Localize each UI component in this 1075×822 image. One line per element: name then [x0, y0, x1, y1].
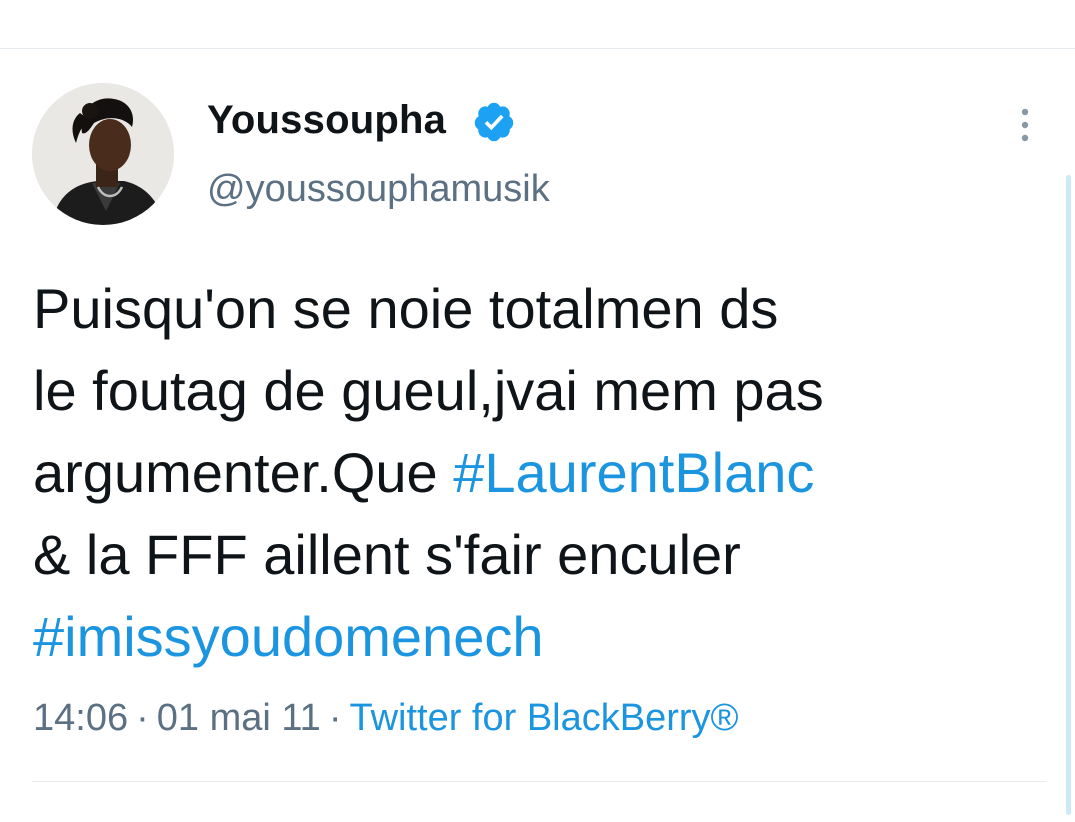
avatar-image [32, 83, 174, 225]
tweet-source-link[interactable]: Twitter for BlackBerry® [349, 697, 738, 739]
hashtag-link[interactable]: #imissyoudomenech [33, 605, 543, 668]
tweet-text-line: argumenter.Que #LaurentBlanc [33, 432, 993, 514]
tweet-text: Puisqu'on se noie totalmen ds le foutag … [33, 268, 993, 678]
scrollbar[interactable] [1066, 175, 1071, 815]
tweet-time[interactable]: 14:06 [33, 697, 128, 739]
tweet-text-line: Puisqu'on se noie totalmen ds [33, 277, 779, 340]
top-divider [0, 48, 1075, 49]
verified-badge-icon [474, 102, 514, 142]
tweet-text-line: #imissyoudomenech [33, 596, 993, 678]
more-vertical-icon[interactable] [1013, 106, 1037, 146]
tweet-date[interactable]: 01 mai 11 [157, 697, 321, 739]
tweet-text-line: & la FFF aillent s'fair enculer [33, 523, 741, 586]
bottom-divider [32, 781, 1047, 782]
tweet-meta: 14:06 · 01 mai 11 · Twitter for BlackBerry® [33, 697, 739, 740]
hashtag-link[interactable]: #LaurentBlanc [453, 441, 814, 504]
meta-separator: · [136, 697, 149, 739]
author-display-name[interactable]: Youssoupha [207, 98, 446, 143]
tweet-text-fragment: argumenter.Que [33, 441, 454, 504]
avatar[interactable] [32, 83, 174, 225]
author-handle[interactable]: @youssouphamusik [207, 168, 550, 211]
meta-separator: · [328, 697, 342, 739]
tweet-text-line: le foutag de gueul,jvai mem pas [33, 359, 824, 422]
